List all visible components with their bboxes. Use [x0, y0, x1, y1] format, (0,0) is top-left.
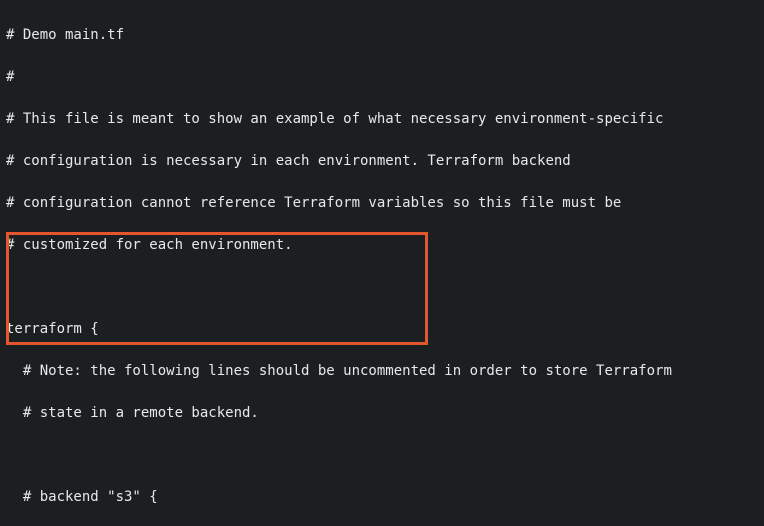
code-line: # configuration cannot reference Terrafo… — [6, 193, 758, 214]
code-line: # state in a remote backend. — [6, 403, 758, 424]
code-text: # configuration is necessary in each env… — [6, 153, 571, 169]
code-text: # Note: the following lines should be un… — [6, 363, 672, 379]
code-line: # customized for each environment. — [6, 235, 758, 256]
code-text: # backend "s3" { — [6, 489, 158, 505]
code-line: terraform { — [6, 319, 758, 340]
code-text: terraform { — [6, 321, 99, 337]
code-text: # Demo main.tf — [6, 27, 124, 43]
code-line — [6, 277, 758, 298]
code-line — [6, 445, 758, 466]
code-text: # customized for each environment. — [6, 237, 293, 253]
code-line: # backend "s3" { — [6, 487, 758, 508]
code-text: # — [6, 69, 14, 85]
code-line: # configuration is necessary in each env… — [6, 151, 758, 172]
code-line: # Demo main.tf — [6, 25, 758, 46]
code-line: # This file is meant to show an example … — [6, 109, 758, 130]
code-text: # configuration cannot reference Terrafo… — [6, 195, 621, 211]
code-text: # state in a remote backend. — [6, 405, 259, 421]
code-text: # This file is meant to show an example … — [6, 111, 663, 127]
code-line: # — [6, 67, 758, 88]
code-line: # Note: the following lines should be un… — [6, 361, 758, 382]
code-editor[interactable]: # Demo main.tf # # This file is meant to… — [0, 0, 764, 526]
